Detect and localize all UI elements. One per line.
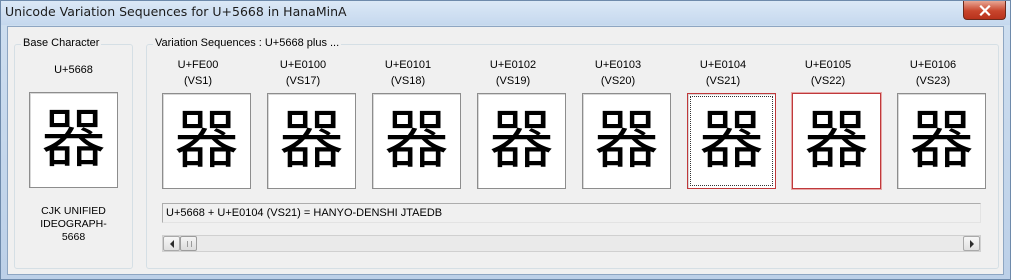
vs-label: (VS17) — [285, 75, 321, 87]
base-glyph: 器 — [41, 103, 106, 177]
variation-glyph: 器 — [174, 104, 239, 178]
base-glyph-box: 器 — [29, 92, 118, 188]
variation-glyph-button[interactable]: 器 — [477, 93, 566, 189]
base-character-group: Base Character U+5668 器 CJK UNIFIED IDEO… — [14, 37, 133, 269]
vs-label: (VS19) — [495, 75, 531, 87]
variation-glyph-button[interactable]: 器 — [897, 93, 986, 189]
variation-glyph-button-hover[interactable]: 器 — [792, 93, 881, 189]
variation-glyph: 器 — [594, 104, 659, 178]
window-title: Unicode Variation Sequences for U+5668 i… — [5, 4, 347, 19]
variation-glyph-button[interactable]: 器 — [582, 93, 671, 189]
scroll-thumb[interactable] — [180, 236, 197, 251]
variation-sequences-legend: Variation Sequences : U+5668 plus ... — [153, 37, 342, 49]
arrow-left-icon — [169, 239, 174, 248]
variation-glyph: 器 — [279, 104, 344, 178]
vs-label: (VS1) — [183, 75, 213, 87]
scroll-right-button[interactable] — [963, 236, 980, 251]
vs-code: U+E0104 — [699, 59, 747, 71]
vs-code: U+E0105 — [804, 59, 852, 71]
scroll-left-button[interactable] — [163, 236, 180, 251]
variation-glyph-button[interactable]: 器 — [267, 93, 356, 189]
variation-sequences-group: Variation Sequences : U+5668 plus ... U+… — [146, 37, 999, 269]
vs-label: (VS18) — [390, 75, 426, 87]
horizontal-scrollbar[interactable] — [162, 235, 981, 252]
base-character-name: CJK UNIFIED IDEOGRAPH- 5668 — [15, 205, 132, 244]
vs-label: (VS20) — [600, 75, 636, 87]
focus-ring — [690, 96, 773, 186]
vs-label: (VS21) — [705, 75, 741, 87]
close-button[interactable] — [963, 1, 1006, 20]
dialog-client-area: Base Character U+5668 器 CJK UNIFIED IDEO… — [7, 26, 1004, 275]
variation-glyph: 器 — [804, 104, 869, 178]
variation-glyph-button[interactable]: 器 — [162, 93, 251, 189]
variation-glyph: 器 — [384, 104, 449, 178]
vs-code: U+E0102 — [489, 59, 537, 71]
variation-glyph: 器 — [489, 104, 554, 178]
base-character-legend: Base Character — [21, 37, 102, 49]
base-name-line-2: IDEOGRAPH- — [40, 218, 107, 230]
app-window: Unicode Variation Sequences for U+5668 i… — [0, 0, 1011, 280]
vs-code: U+FE00 — [177, 59, 219, 71]
variation-glyph-button-selected[interactable]: 器 — [687, 93, 776, 189]
vs-code: U+E0101 — [384, 59, 432, 71]
title-bar[interactable]: Unicode Variation Sequences for U+5668 i… — [1, 1, 1010, 25]
variation-glyph-button[interactable]: 器 — [372, 93, 461, 189]
base-name-line-3: 5668 — [61, 231, 86, 243]
vs-label: (VS22) — [810, 75, 846, 87]
sequence-info-field[interactable]: U+5668 + U+E0104 (VS21) = HANYO-DENSHI J… — [162, 203, 981, 223]
vs-label: (VS23) — [915, 75, 951, 87]
arrow-right-icon — [969, 239, 974, 248]
vs-code: U+E0106 — [909, 59, 957, 71]
vs-code: U+E0103 — [594, 59, 642, 71]
close-icon — [978, 4, 991, 16]
base-name-line-1: CJK UNIFIED — [41, 205, 106, 217]
vs-code: U+E0100 — [279, 59, 327, 71]
variation-glyph: 器 — [909, 104, 974, 178]
base-character-code: U+5668 — [54, 64, 93, 76]
